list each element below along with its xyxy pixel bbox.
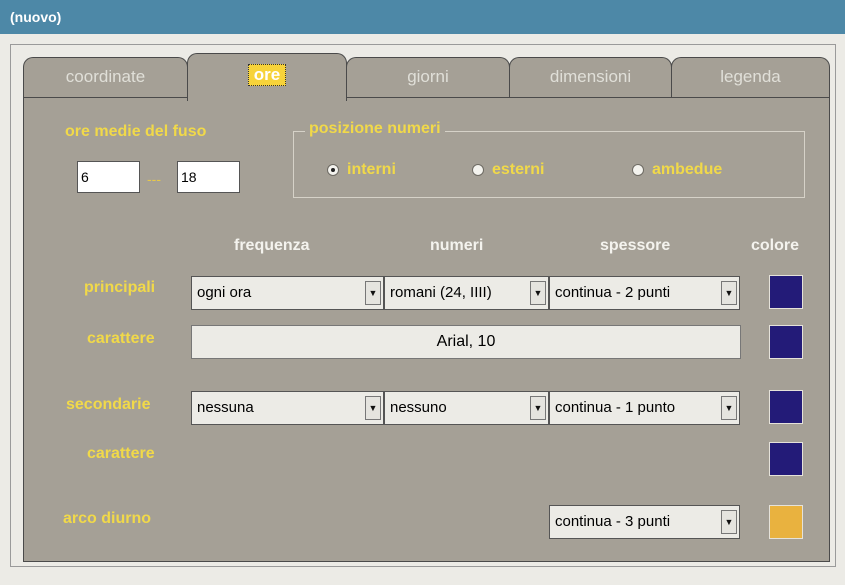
chevron-down-icon[interactable]: ▼ bbox=[530, 281, 546, 305]
radio-interni-label: interni bbox=[347, 161, 396, 178]
radio-ambedue[interactable]: ambedue bbox=[632, 161, 722, 179]
column-header-frequenza: frequenza bbox=[234, 237, 310, 254]
carattere-principali-colore-swatch[interactable] bbox=[769, 325, 803, 359]
radio-icon bbox=[632, 164, 644, 176]
carattere-secondarie-label: carattere bbox=[87, 445, 155, 462]
chevron-down-icon[interactable]: ▼ bbox=[530, 396, 546, 420]
radio-icon bbox=[327, 164, 339, 176]
column-header-colore: colore bbox=[751, 237, 800, 254]
secondarie-numeri-value: nessuno bbox=[390, 399, 447, 416]
ore-medie-label: ore medie del fuso bbox=[65, 123, 207, 140]
principali-label: principali bbox=[84, 279, 156, 296]
chevron-down-icon[interactable]: ▼ bbox=[721, 396, 737, 420]
ore-medie-to-input[interactable]: 18 bbox=[177, 161, 240, 193]
carattere-principali-font[interactable]: Arial, 10 bbox=[191, 325, 741, 359]
principali-frequenza-value: ogni ora bbox=[197, 284, 252, 301]
principali-numeri-value: romani (24, IIII) bbox=[390, 284, 492, 301]
arco-diurno-spessore-value: continua - 3 punti bbox=[555, 513, 671, 530]
arco-diurno-spessore-select[interactable]: continua - 3 punti ▼ bbox=[549, 505, 740, 539]
arco-diurno-label: arco diurno bbox=[63, 510, 152, 527]
chevron-down-icon[interactable]: ▼ bbox=[721, 281, 737, 305]
carattere-principali-label: carattere bbox=[87, 330, 155, 347]
principali-frequenza-select[interactable]: ogni ora ▼ bbox=[191, 276, 384, 310]
secondarie-spessore-value: continua - 1 punto bbox=[555, 399, 676, 416]
radio-esterni[interactable]: esterni bbox=[472, 161, 544, 179]
arco-diurno-colore-swatch[interactable] bbox=[769, 505, 803, 539]
radio-ambedue-label: ambedue bbox=[652, 161, 723, 178]
column-header-spessore: spessore bbox=[600, 237, 671, 254]
radio-icon bbox=[472, 164, 484, 176]
column-header-numeri: numeri bbox=[430, 237, 484, 254]
ore-medie-from-input[interactable]: 6 bbox=[77, 161, 140, 193]
chevron-down-icon[interactable]: ▼ bbox=[365, 281, 381, 305]
chevron-down-icon[interactable]: ▼ bbox=[721, 510, 737, 534]
secondarie-frequenza-select[interactable]: nessuna ▼ bbox=[191, 391, 384, 425]
principali-colore-swatch[interactable] bbox=[769, 275, 803, 309]
principali-spessore-value: continua - 2 punti bbox=[555, 284, 671, 301]
secondarie-spessore-select[interactable]: continua - 1 punto ▼ bbox=[549, 391, 740, 425]
posizione-numeri-title: posizione numeri bbox=[305, 120, 445, 138]
radio-interni[interactable]: interni bbox=[327, 161, 396, 179]
carattere-secondarie-colore-swatch[interactable] bbox=[769, 442, 803, 476]
principali-numeri-select[interactable]: romani (24, IIII) ▼ bbox=[384, 276, 549, 310]
secondarie-frequenza-value: nessuna bbox=[197, 399, 254, 416]
secondarie-colore-swatch[interactable] bbox=[769, 390, 803, 424]
principali-spessore-select[interactable]: continua - 2 punti ▼ bbox=[549, 276, 740, 310]
chevron-down-icon[interactable]: ▼ bbox=[365, 396, 381, 420]
secondarie-label: secondarie bbox=[66, 396, 151, 413]
radio-esterni-label: esterni bbox=[492, 161, 545, 178]
ore-medie-separator: --- bbox=[147, 171, 161, 187]
secondarie-numeri-select[interactable]: nessuno ▼ bbox=[384, 391, 549, 425]
